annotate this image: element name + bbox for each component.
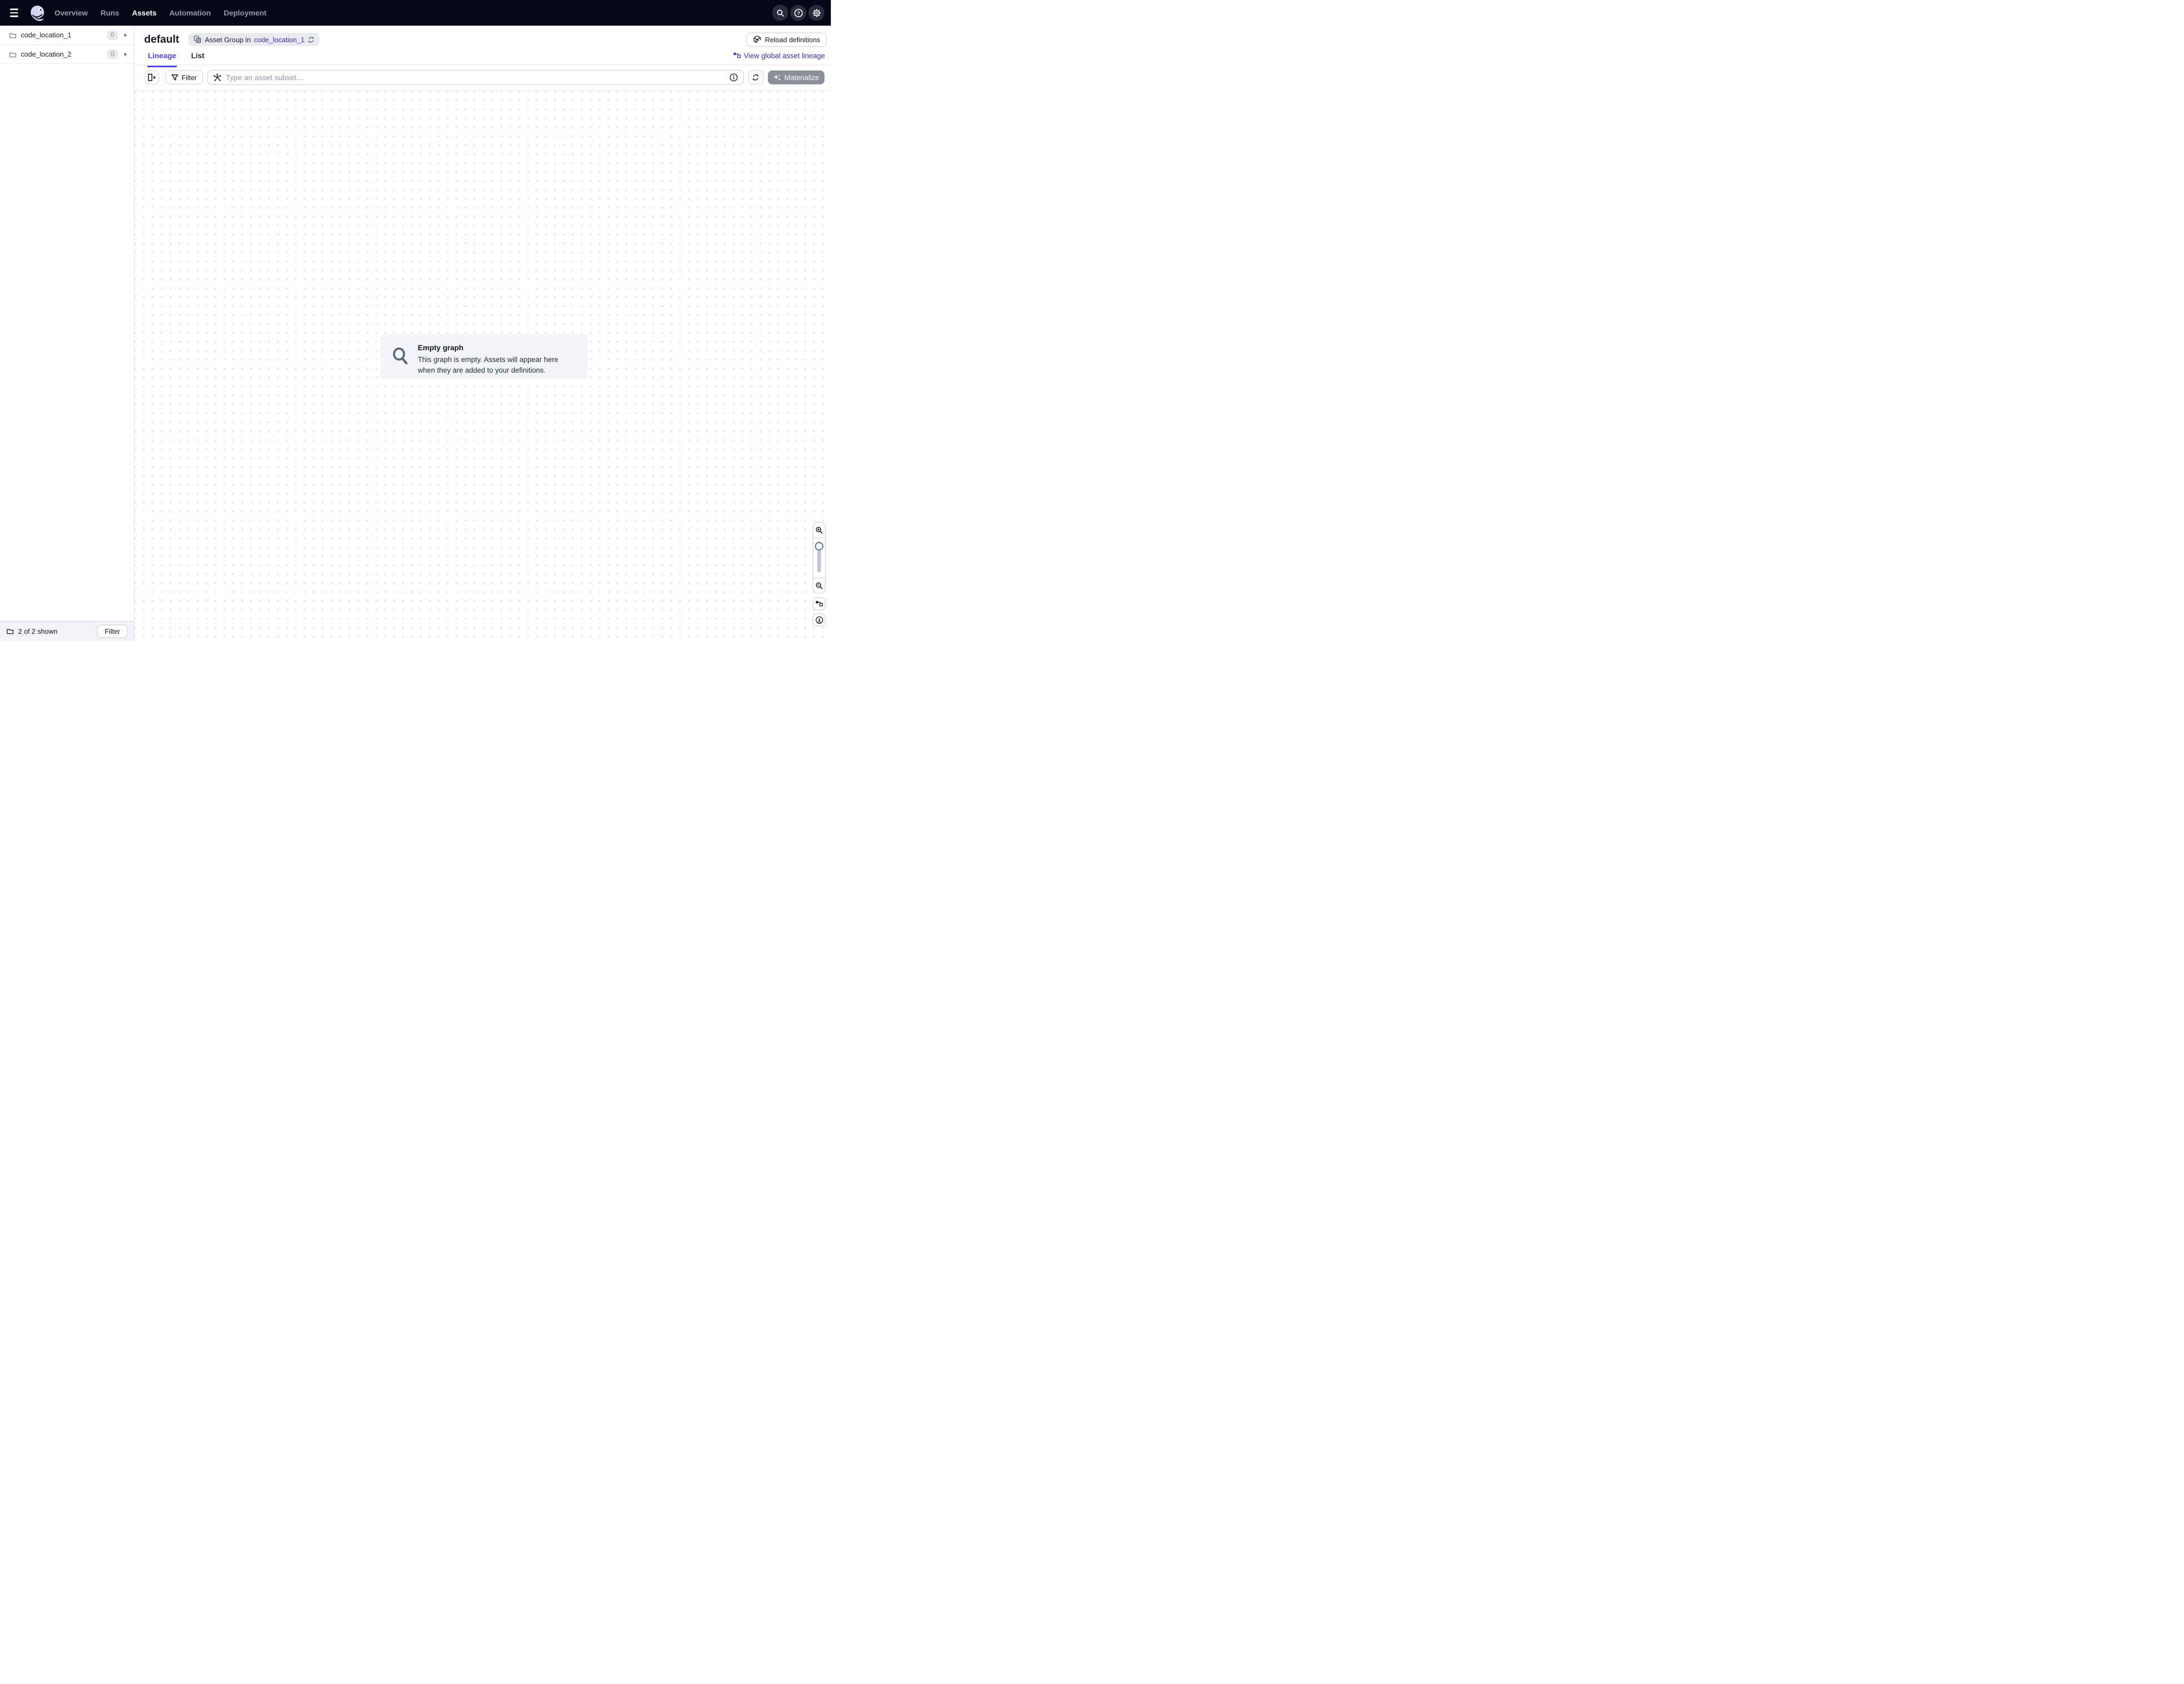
empty-graph-description: This graph is empty. Assets will appear … xyxy=(418,355,575,376)
nav-item-overview[interactable]: Overview xyxy=(54,9,88,17)
open-panel-icon xyxy=(148,74,156,81)
zoom-out-icon xyxy=(815,582,823,589)
graph-filter-label: Filter xyxy=(182,74,197,82)
lineage-graph-icon xyxy=(815,601,823,608)
empty-graph-card: Empty graph This graph is empty. Assets … xyxy=(381,334,588,379)
nav-item-assets[interactable]: Assets xyxy=(132,9,156,17)
asset-graph-canvas[interactable]: Empty graph This graph is empty. Assets … xyxy=(135,90,831,640)
zoom-in-button[interactable] xyxy=(813,522,825,538)
zoom-in-icon xyxy=(815,526,823,534)
help-button[interactable]: ? xyxy=(790,5,806,21)
asset-subset-icon xyxy=(213,73,222,82)
asset-group-icon xyxy=(193,35,202,44)
asset-count-badge: 0 xyxy=(107,49,118,59)
fit-graph-button[interactable] xyxy=(813,597,826,610)
hamburger-menu-icon[interactable] xyxy=(9,6,22,20)
folder-icon xyxy=(9,32,17,39)
reload-definitions-button[interactable]: Reload definitions xyxy=(747,33,827,47)
nav-item-automation[interactable]: Automation xyxy=(169,9,211,17)
gear-icon xyxy=(812,9,821,18)
search-button[interactable] xyxy=(772,5,788,21)
filter-funnel-icon xyxy=(171,74,178,81)
zoom-slider xyxy=(813,538,825,578)
refresh-graph-button[interactable] xyxy=(748,70,764,84)
nav-right-actions: ? xyxy=(772,5,824,21)
shown-count-label: 2 of 2 shown xyxy=(18,627,58,635)
nav-item-runs[interactable]: Runs xyxy=(100,9,119,17)
sidebar-item-label: code_location_2 xyxy=(21,50,72,58)
zoom-out-button[interactable] xyxy=(813,578,825,593)
main-pane: default Asset Group in code_location_1 xyxy=(135,26,831,641)
graph-toolbar: Filter xyxy=(135,65,831,90)
graph-filter-button[interactable]: Filter xyxy=(166,70,203,84)
view-global-asset-lineage-label: View global asset lineage xyxy=(744,52,825,60)
refresh-icon xyxy=(752,74,759,81)
dagster-app: Overview Runs Assets Automation Deployme… xyxy=(0,0,831,641)
download-icon xyxy=(815,616,823,624)
reload-cube-icon xyxy=(753,35,761,44)
view-global-asset-lineage-link[interactable]: View global asset lineage xyxy=(733,52,825,60)
page-title: default xyxy=(144,34,179,46)
settings-button[interactable] xyxy=(808,5,824,21)
sparkles-icon xyxy=(773,74,781,82)
info-icon[interactable] xyxy=(729,73,738,82)
sidebar-footer: 2 of 2 shown Filter xyxy=(0,621,134,641)
folder-icon xyxy=(9,51,17,58)
lineage-graph-icon xyxy=(733,52,741,59)
materialize-button[interactable]: Materialize xyxy=(768,70,824,84)
reload-definitions-label: Reload definitions xyxy=(765,36,820,44)
top-nav: Overview Runs Assets Automation Deployme… xyxy=(0,0,831,26)
tab-lineage[interactable]: Lineage xyxy=(147,48,177,67)
toggle-sidebar-panel-button[interactable] xyxy=(145,70,159,84)
empty-graph-title: Empty graph xyxy=(418,343,575,352)
sidebar-item-code-location-1[interactable]: code_location_1 0 xyxy=(0,26,134,45)
magnifier-icon xyxy=(392,348,409,366)
download-graph-button[interactable] xyxy=(813,613,826,626)
tab-list[interactable]: List xyxy=(191,48,205,67)
zoom-control-group xyxy=(813,522,826,594)
page-header: default Asset Group in code_location_1 xyxy=(135,26,831,48)
dagster-logo-icon[interactable] xyxy=(29,4,46,21)
asset-group-badge: Asset Group in code_location_1 xyxy=(188,33,320,46)
folder-icon xyxy=(6,627,14,635)
asset-groups-sidebar: code_location_1 0 code_location_2 0 2 of… xyxy=(0,26,135,641)
search-icon xyxy=(776,9,784,17)
asset-subset-input[interactable] xyxy=(226,73,725,82)
nav-links: Overview Runs Assets Automation Deployme… xyxy=(54,9,266,17)
sidebar-filter-button[interactable]: Filter xyxy=(97,625,128,638)
chevron-right-icon[interactable] xyxy=(123,52,128,57)
sidebar-item-code-location-2[interactable]: code_location_2 0 xyxy=(0,45,134,64)
materialize-label: Materialize xyxy=(784,74,819,82)
help-icon: ? xyxy=(794,9,803,18)
chevron-right-icon[interactable] xyxy=(123,33,128,38)
zoom-slider-knob[interactable] xyxy=(815,542,823,550)
asset-count-badge: 0 xyxy=(107,30,118,40)
sync-icon[interactable] xyxy=(308,36,315,43)
nav-item-deployment[interactable]: Deployment xyxy=(224,9,266,17)
code-location-link[interactable]: code_location_1 xyxy=(254,36,305,44)
asset-subset-search xyxy=(207,70,744,85)
svg-text:?: ? xyxy=(797,10,800,16)
tabs-bar: Lineage List View global asset lineage xyxy=(135,48,831,65)
asset-group-badge-text: Asset Group in xyxy=(205,36,251,44)
empty-graph-text: Empty graph This graph is empty. Assets … xyxy=(418,343,575,376)
sidebar-item-label: code_location_1 xyxy=(21,31,72,39)
